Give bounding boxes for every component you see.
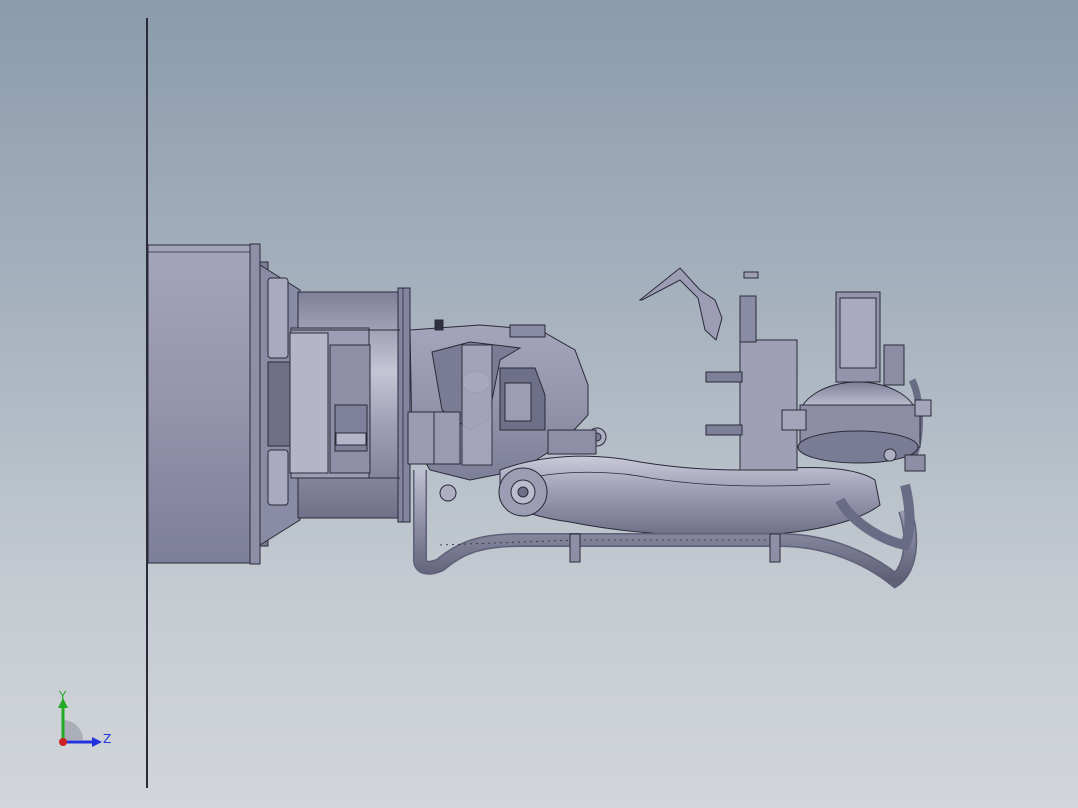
- robot-base: [147, 243, 269, 565]
- model-view[interactable]: [0, 0, 1078, 808]
- y-axis-label: Y: [59, 689, 67, 703]
- x-axis-dot: [59, 738, 67, 746]
- wrist-assembly: [638, 267, 932, 472]
- cad-viewport[interactable]: Y Z: [0, 0, 1078, 808]
- rotary-housing: [289, 287, 411, 523]
- z-axis-label: Z: [103, 732, 112, 746]
- forearm: [439, 455, 881, 537]
